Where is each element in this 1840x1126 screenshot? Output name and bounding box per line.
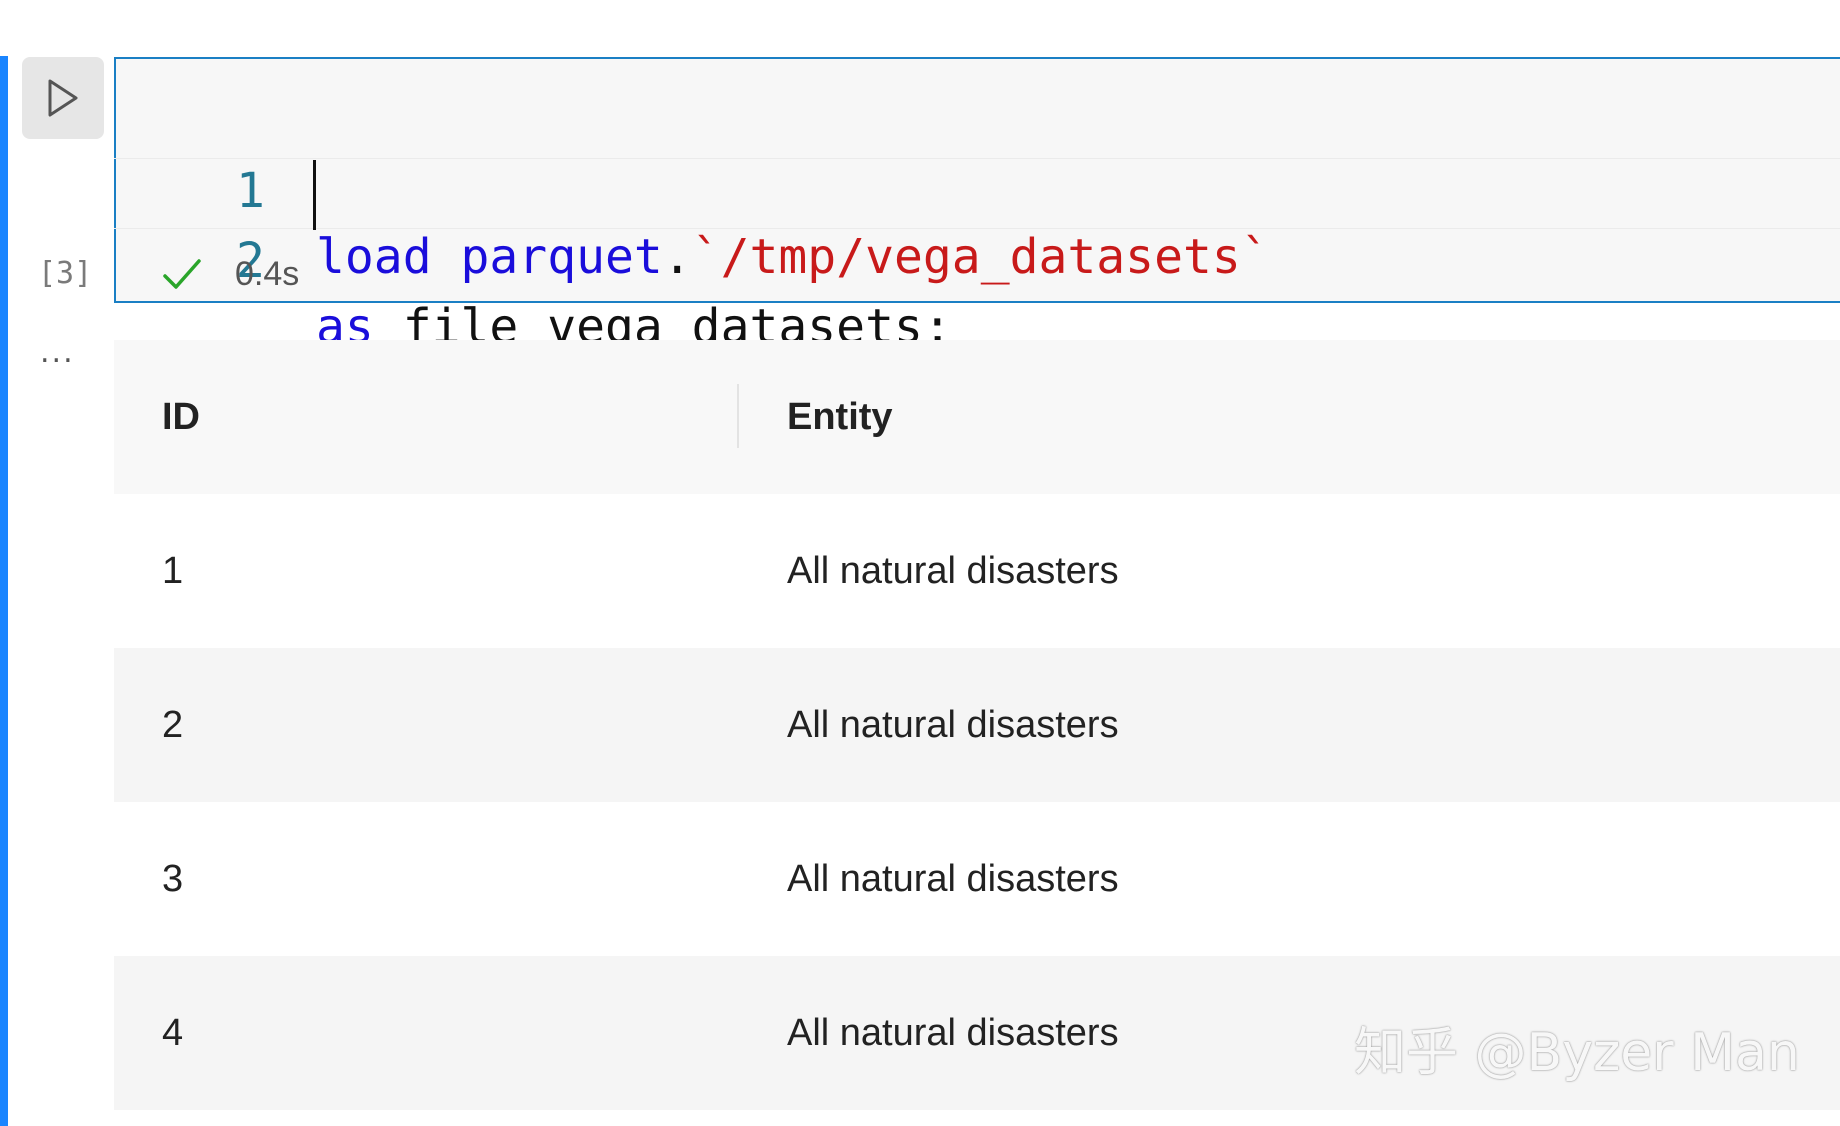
table-row: 2 All natural disasters: [114, 648, 1840, 802]
cell-entity: All natural disasters: [787, 857, 1119, 900]
cell-id: 4: [162, 1011, 184, 1054]
column-resize-handle[interactable]: [737, 384, 739, 448]
output-table: ID Entity 1 All natural disasters 2 All …: [114, 340, 1840, 1110]
column-header-id[interactable]: ID: [162, 340, 200, 494]
code-text-1: load parquet.`/tmp/vega_datasets`: [316, 224, 1270, 290]
cell-output-more-button[interactable]: ...: [40, 338, 75, 368]
execution-count: [3]: [38, 256, 93, 291]
path-string: `/tmp/vega_datasets`: [691, 229, 1270, 285]
play-icon: [48, 79, 78, 117]
table-header-row: ID Entity: [114, 340, 1840, 494]
table-row: 1 All natural disasters: [114, 494, 1840, 648]
column-header-entity[interactable]: Entity: [787, 340, 893, 494]
cell-entity: All natural disasters: [787, 703, 1119, 746]
cell-id: 1: [162, 549, 184, 592]
cell-entity: All natural disasters: [787, 1011, 1119, 1054]
check-icon: [163, 259, 201, 289]
keyword-parquet: parquet: [460, 229, 663, 285]
cell-id: 2: [162, 703, 184, 746]
text-cursor: [313, 160, 316, 230]
keyword-load: load: [316, 229, 432, 285]
code-line-1[interactable]: 1 load parquet.`/tmp/vega_datasets`: [114, 92, 1840, 285]
execution-duration: 0.4s: [235, 255, 300, 293]
cell-entity: All natural disasters: [787, 549, 1119, 592]
watermark: 知乎 @Byzer Man: [1354, 1023, 1800, 1083]
notebook-view: [3] ... 1 load parquet.`/tmp/vega_datase…: [0, 0, 1840, 1126]
dot-token: .: [662, 229, 692, 285]
run-cell-button[interactable]: [22, 57, 104, 139]
cell-id: 3: [162, 857, 184, 900]
code-line-2[interactable]: 2 as file_vega_datasets;: [114, 162, 1840, 355]
cell-focus-indicator: [0, 56, 8, 1126]
table-row: 3 All natural disasters: [114, 802, 1840, 956]
